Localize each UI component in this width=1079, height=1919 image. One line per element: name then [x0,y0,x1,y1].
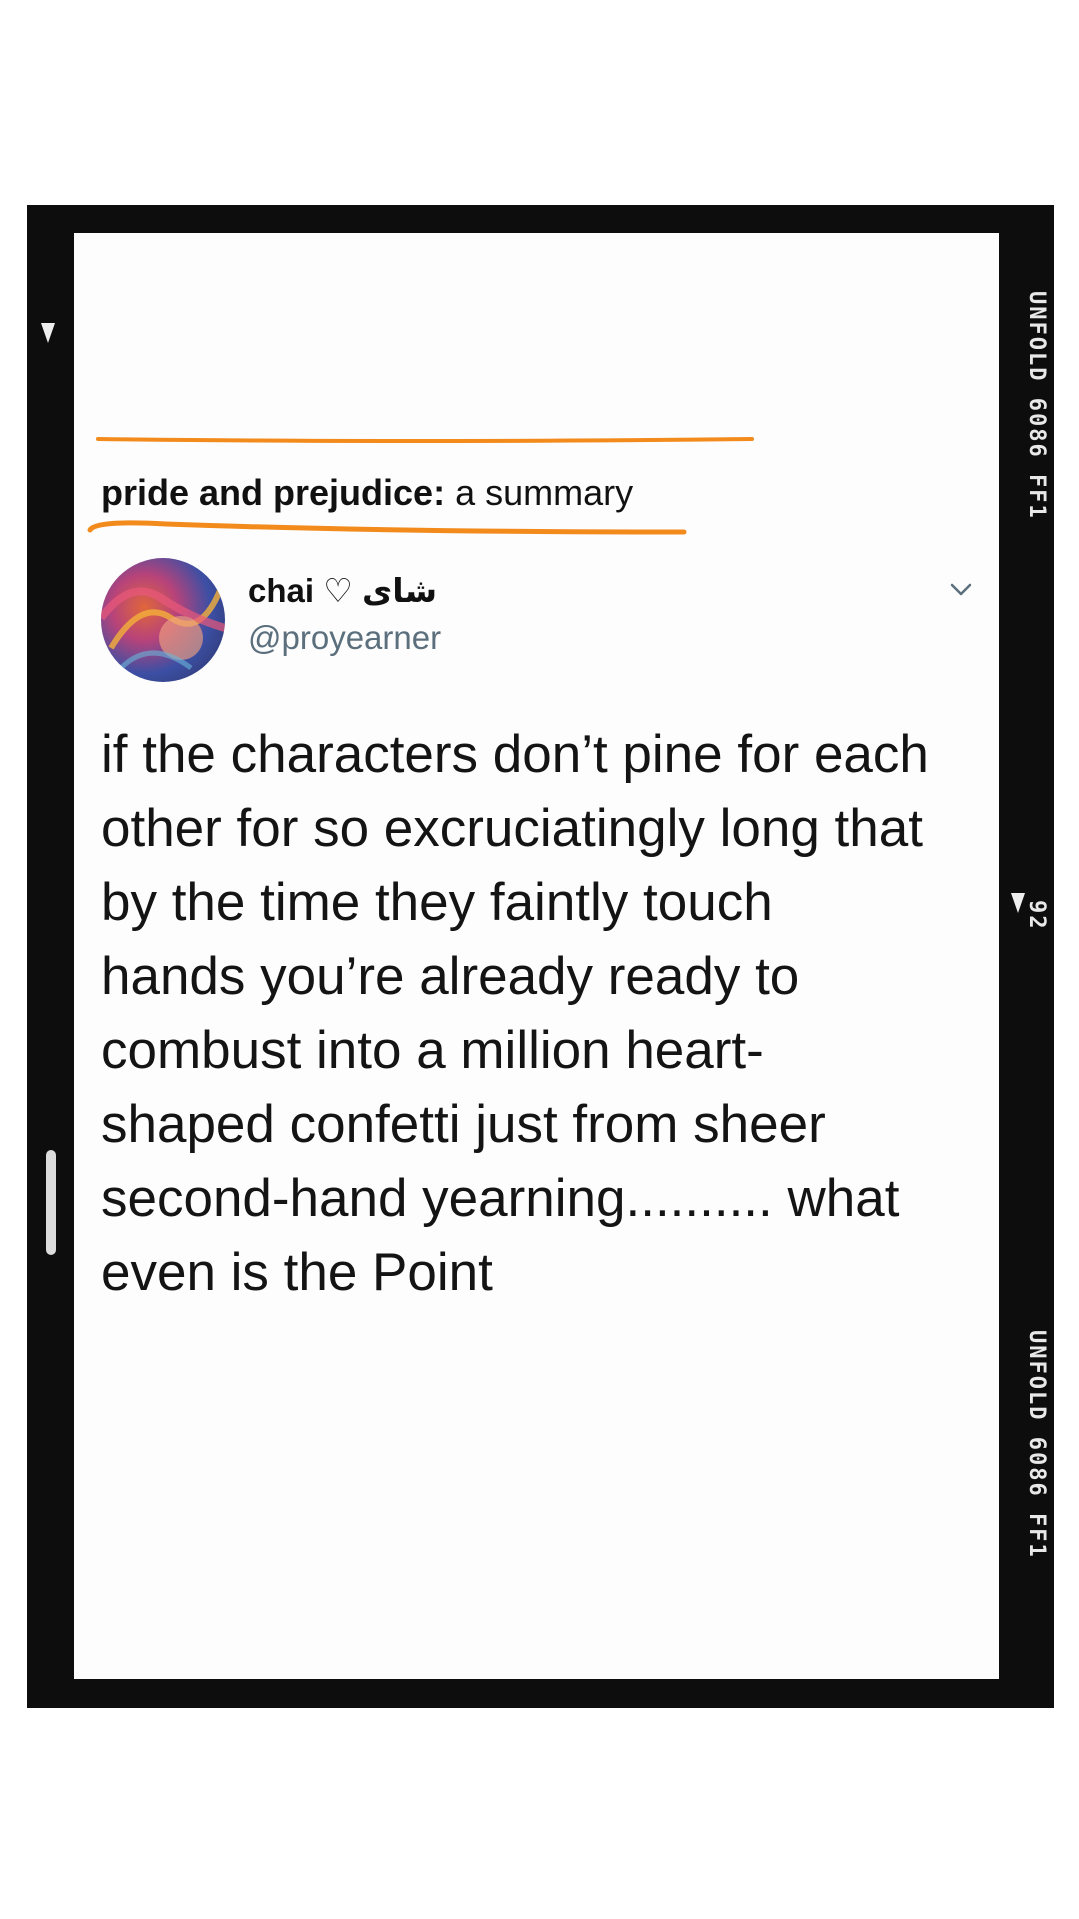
tweet-line: second-hand yearning.......... what [101,1169,900,1228]
headline-bold: pride and prejudice: [101,472,446,513]
user-handle[interactable]: @proyearner [248,619,441,657]
frame-arrow-icon [1011,893,1025,913]
tweet-line: if the characters don’t pine for each [101,725,929,784]
film-edge-text-top: UNFOLD 6086 FF1 [1024,291,1049,520]
chevron-down-icon[interactable] [948,576,974,602]
frame-arrow-icon [41,323,55,343]
tweet-line: by the time they faintly touch [101,873,773,932]
film-edge-text-middle: 92 [1024,900,1049,931]
tweet-text: if the characters don’t pine for each ot… [101,718,1001,1310]
highlight-stroke-top [96,437,754,443]
frame-notch [46,1150,56,1255]
avatar-art [101,586,225,671]
post-headline: pride and prejudice: a summary [101,472,633,514]
display-name[interactable]: chai ♡ شاى [248,571,437,610]
avatar[interactable] [101,558,225,682]
tweet-line: other for so excruciatingly long that [101,799,923,858]
tweet-line: even is the Point [101,1243,493,1302]
tweet-line: shaped confetti just from sheer [101,1095,826,1154]
tweet-line: hands you’re already ready to [101,947,800,1006]
film-edge-text-bottom: UNFOLD 6086 FF1 [1024,1330,1049,1559]
headline-rest: a summary [445,472,634,513]
highlight-stroke-under [87,520,687,535]
tweet-line: combust into a million heart- [101,1021,764,1080]
